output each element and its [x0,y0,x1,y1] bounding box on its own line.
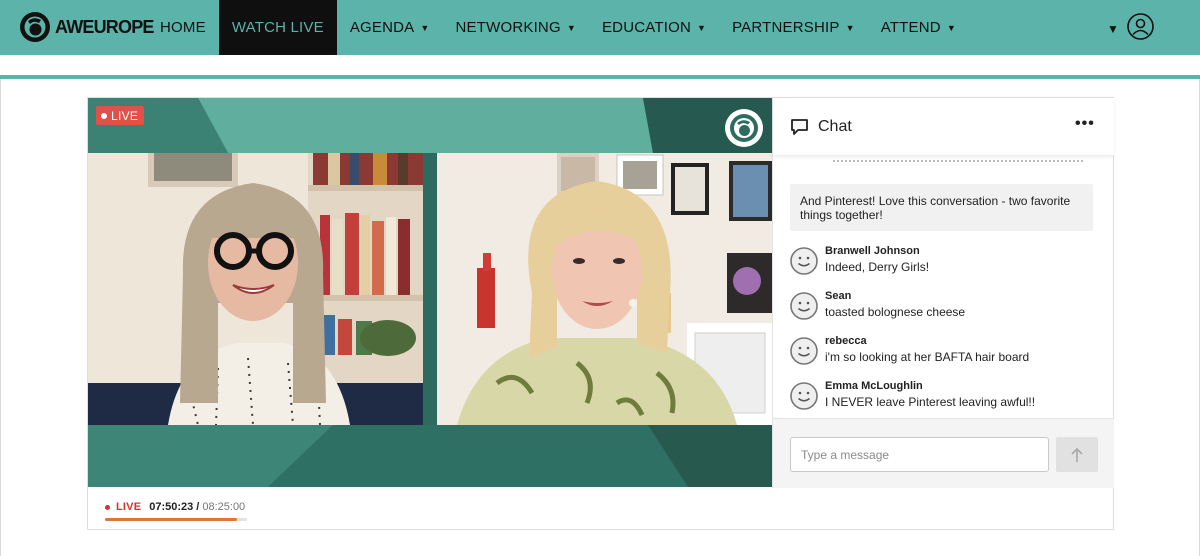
send-message-button[interactable] [1056,437,1098,472]
arrow-up-icon [1071,447,1083,462]
chat-more-options-button[interactable]: ••• [1075,115,1095,133]
chat-message: Branwell Johnson Indeed, Derry Girls! [790,245,1100,285]
chat-message-author: Branwell Johnson [825,245,920,257]
chat-message-author: rebecca [825,335,867,347]
chevron-down-icon[interactable]: ▼ [1107,22,1119,36]
chat-message: rebecca i'm so looking at her BAFTA hair… [790,335,1100,375]
chat-header: Chat ••• [773,98,1114,155]
page-edge-left [0,79,1,556]
chat-message-text: i'm so looking at her BAFTA hair board [825,350,1030,364]
nav-item-label: AGENDA [349,19,415,36]
playback-progress-bar[interactable] [105,518,247,521]
smiley-avatar-icon [790,337,818,365]
top-navbar: AWEUROPE HOME WATCH LIVE AGENDA ▼ NETWORKING… [0,0,1200,55]
chat-message-text: I NEVER leave Pinterest leaving awful!! [825,395,1036,409]
live-indicator-label[interactable]: LIVE [116,501,141,513]
chat-message-author: Sean [825,290,852,302]
chat-message-input[interactable] [790,437,1049,472]
nav-item-networking[interactable]: NETWORKING ▼ [443,0,589,55]
live-badge-label: LIVE [111,108,139,123]
smiley-avatar-icon [790,382,818,410]
speaker-left-scene [88,153,423,425]
nav-item-label: HOME [160,19,206,36]
nav-item-label: NETWORKING [455,19,561,36]
total-duration: 08:25:00 [202,501,246,513]
speaker-video-left [88,153,423,425]
nav-item-home[interactable]: HOME [147,0,219,55]
caret-down-icon: ▼ [946,22,956,33]
smiley-avatar-icon [790,247,818,275]
live-dot-icon [101,112,107,119]
user-circle-icon[interactable] [1127,13,1154,40]
smiley-avatar-icon [790,292,818,320]
main-menu: HOME WATCH LIVE AGENDA ▼ NETWORKING ▼ EDUCATIO… [147,0,969,55]
aweurope-logo-icon [725,109,763,147]
chat-panel: Chat ••• And Pinterest! Love this conver… [772,98,1114,488]
live-indicator-dot-icon [105,504,110,510]
nav-item-label: PARTNERSHIP [732,19,840,36]
brand-name: AWEUROPE [55,16,154,37]
caret-down-icon: ▼ [845,22,855,33]
current-time: 07:50:23 [149,501,194,513]
caret-down-icon: ▼ [420,22,430,33]
nav-item-agenda[interactable]: AGENDA ▼ [337,0,443,55]
caret-down-icon: ▼ [566,22,576,33]
chat-message-text: Indeed, Derry Girls! [825,260,930,274]
caret-down-icon: ▼ [696,22,707,33]
pinned-message: And Pinterest! Love this conversation - … [790,184,1093,231]
chat-messages[interactable]: And Pinterest! Love this conversation - … [773,155,1114,418]
nav-item-education[interactable]: EDUCATION ▼ [589,0,719,55]
nav-item-watch-live[interactable]: WATCH LIVE [218,0,337,55]
nav-item-partnership[interactable]: PARTNERSHIP ▼ [719,0,868,55]
speaker-right-scene [437,153,772,425]
video-stream[interactable]: LIVE [88,98,772,487]
nav-item-attend[interactable]: ATTEND ▼ [868,0,969,55]
time-separator: / [196,501,200,513]
playback-progress-fill [105,518,238,521]
brand-logo[interactable]: AWEUROPE [19,11,154,43]
chat-composer [773,418,1114,488]
chat-message: Emma McLoughlin I NEVER leave Pinterest … [790,380,1100,418]
nav-item-label: ATTEND [880,19,941,36]
chat-message-text: toasted bolognese cheese [825,305,966,319]
previous-message-clipped [833,160,1083,165]
speech-bubble-icon [791,119,808,135]
header-divider [0,75,1200,79]
live-badge: LIVE [96,106,145,125]
nav-item-label: EDUCATION [601,19,691,36]
chat-message-author: Emma McLoughlin [825,380,923,392]
speaker-video-right [437,153,772,425]
nav-item-label: WATCH LIVE [231,19,324,36]
chat-title: Chat [818,118,852,135]
chat-message: Sean toasted bolognese cheese [790,290,1100,330]
aweurope-logo-icon [20,12,50,42]
playback-status: LIVE 07:50:23 / 08:25:00 [105,499,245,515]
